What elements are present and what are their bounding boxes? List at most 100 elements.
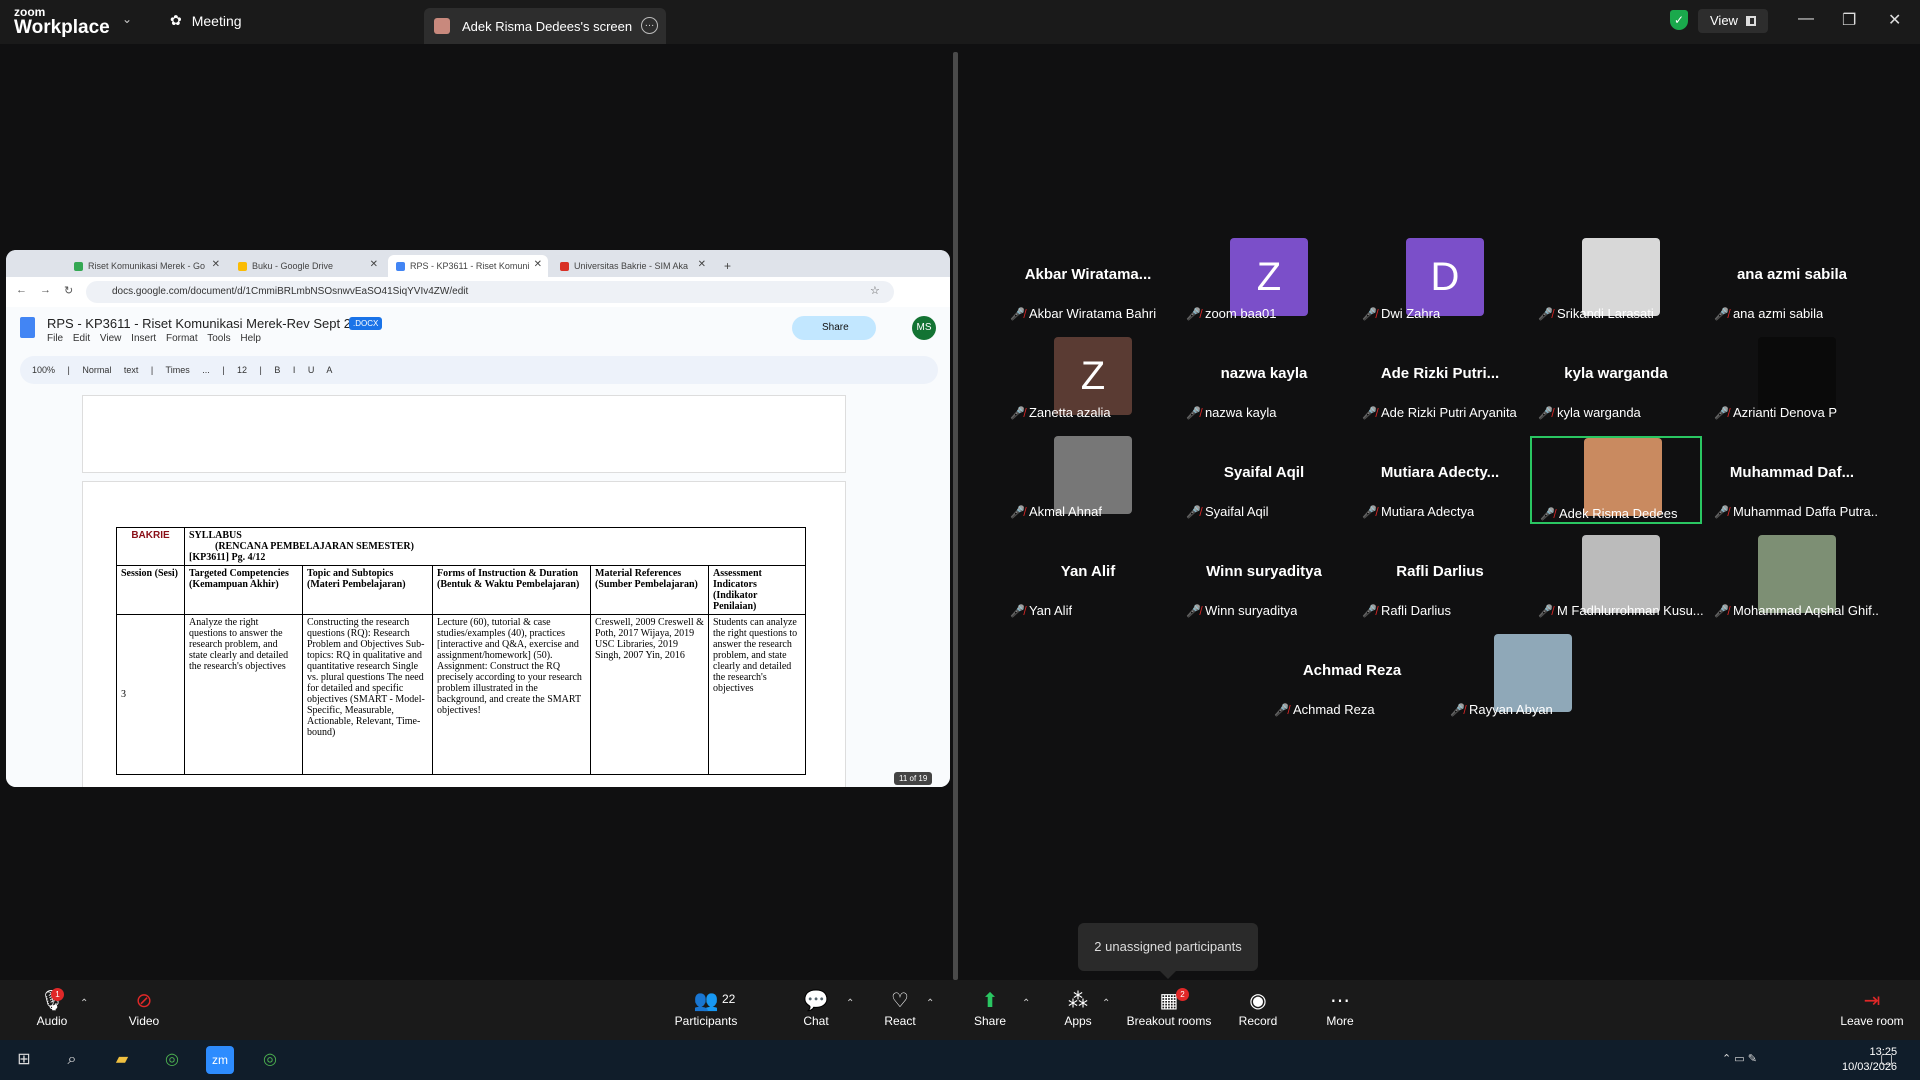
participant-name-label: 🎤̸ Rayyan Abyan [1450,702,1553,717]
participant-display-name: nazwa kayla [1220,365,1308,382]
participant-tile[interactable]: 🎤̸ M Fadhlurrohman Kusu... [1530,535,1703,623]
participant-name-label: 🎤̸ kyla warganda [1538,405,1641,420]
split-divider[interactable] [953,52,958,980]
participant-tile[interactable]: Z 🎤̸ Zanetta azalia [1002,337,1174,425]
participant-tile[interactable]: kyla warganda 🎤̸ kyla warganda [1530,337,1702,425]
docs-menu-bar[interactable]: File Edit View Insert Format Tools Help [47,333,261,344]
chevron-down-icon[interactable]: ⌄ [122,12,132,26]
participant-name-label: 🎤̸ Dwi Zahra [1362,306,1440,321]
table-header: Topic and Subtopics (Materi Pembelajaran… [302,565,433,615]
windows-start-icon[interactable]: ⊞ [10,1046,38,1074]
participant-name-label: 🎤̸ Yan Alif [1010,603,1072,618]
shield-icon[interactable]: ✓ [1670,10,1688,30]
participant-tile[interactable]: 🎤̸ Adek Risma Dedees [1530,436,1702,524]
participant-gallery: Akbar Wiratama... 🎤̸ Akbar Wiratama Bahri Z… [960,44,1920,980]
more-icon[interactable]: … [641,17,658,34]
participant-tile[interactable]: ana azmi sabila 🎤̸ ana azmi sabila [1706,238,1878,326]
muted-mic-icon: 🎤̸ [1274,702,1289,717]
participant-tile[interactable]: Ade Rizki Putri... 🎤̸ Ade Rizki Putri Arya… [1354,337,1526,425]
tab-meeting[interactable]: ✿ Meeting [170,12,242,29]
close-icon[interactable]: ✕ [698,259,706,270]
participant-tile[interactable]: 🎤̸ Akmal Ahnaf [1002,436,1174,524]
chevron-up-icon[interactable]: ⌃ [1102,998,1110,1009]
participant-name-label: 🎤̸ Ade Rizki Putri Aryanita [1362,405,1517,420]
participant-tile[interactable]: nazwa kayla 🎤̸ nazwa kayla [1178,337,1350,425]
participant-tile[interactable]: Achmad Reza 🎤̸ Achmad Reza [1266,634,1438,722]
leave-room-button[interactable]: ⇥ Leave room [1830,988,1914,1028]
record-button[interactable]: ◉ Record [1218,988,1298,1028]
muted-mic-icon: 🎤̸ [1538,306,1553,321]
participant-tile[interactable]: Z 🎤̸ zoom baa01 [1178,238,1350,326]
participant-tile[interactable]: Rafli Darlius 🎤̸ Rafli Darlius [1354,535,1526,623]
tray-icons[interactable]: ⌃ ▭ ✎ [1722,1052,1757,1065]
syllabus-subheading: (RENCANA PEMBELAJARAN SEMESTER) [215,541,414,552]
reload-icon[interactable]: ↻ [64,284,73,297]
view-button[interactable]: View [1698,9,1768,33]
muted-mic-icon: 🎤̸ [1186,405,1201,420]
zoom-logo[interactable]: zoom Workplace [14,6,110,37]
muted-mic-icon: 🎤̸ [1714,306,1729,321]
star-icon[interactable]: ☆ [870,284,880,297]
chat-button[interactable]: 💬 Chat [776,988,856,1028]
participant-tile[interactable]: 🎤̸ Azrianti Denova P [1706,337,1878,425]
close-icon[interactable]: ✕ [1888,10,1901,30]
avatar [1584,438,1662,516]
browser-tab-active[interactable]: RPS - KP3611 - Riset Komuni ✕ [388,255,548,277]
docs-icon[interactable] [20,317,35,338]
avatar [434,18,450,34]
doc-title[interactable]: RPS - KP3611 - Riset Komunikasi Merek-Re… [47,316,373,331]
participant-tile[interactable]: Yan Alif 🎤̸ Yan Alif [1002,535,1174,623]
chrome-icon[interactable]: ◎ [158,1046,186,1074]
more-icon: ⋯ [1330,990,1350,1012]
chevron-up-icon[interactable]: ⌃ [1022,998,1030,1009]
logo-text: BAKRIE [131,530,170,541]
minimize-icon[interactable]: — [1798,10,1814,28]
browser-tab[interactable]: Buku - Google Drive ✕ [230,255,384,277]
close-icon[interactable]: ✕ [534,259,542,270]
new-tab-icon[interactable]: + [716,255,746,277]
table-cell: Students can analyze the right questions… [708,614,806,775]
participant-tile[interactable]: Mutiara Adecty... 🎤̸ Mutiara Adectya [1354,436,1526,524]
participant-tile[interactable]: Akbar Wiratama... 🎤̸ Akbar Wiratama Bahri [1002,238,1174,326]
shared-screen: Riset Komunikasi Merek - Go ✕ Buku - Goog… [6,250,950,787]
participant-tile[interactable]: D 🎤̸ Dwi Zahra [1354,238,1526,326]
breakout-rooms-button[interactable]: ▦ Breakout rooms [1122,988,1216,1028]
url-input[interactable]: docs.google.com/document/d/1CmmiBRLmbNSO… [86,281,894,303]
file-explorer-icon[interactable]: ▰ [108,1046,136,1074]
notification-icon[interactable]: ▢ [1880,1050,1893,1067]
participant-name: Zanetta azalia [1028,405,1111,420]
muted-mic-icon: 🎤̸ [1714,603,1729,618]
chat-icon: 💬 [803,990,829,1012]
search-icon[interactable]: ⌕ [58,1046,86,1074]
participant-tile[interactable]: Winn suryaditya 🎤̸ Winn suryaditya [1178,535,1350,623]
avatar[interactable]: MS [912,316,936,340]
share-screen-button[interactable]: ⬆ Share [950,988,1030,1028]
participant-tile[interactable]: Syaifal Aqil 🎤̸ Syaifal Aqil [1178,436,1350,524]
chrome-icon[interactable]: ◎ [256,1046,284,1074]
browser-tab[interactable]: Universitas Bakrie - SIM Aka ✕ [552,255,712,277]
tab-shared-screen[interactable]: Adek Risma Dedees's screen… [424,8,666,44]
restore-icon[interactable]: ❐ [1842,10,1856,30]
forward-icon[interactable]: → [40,284,51,296]
chevron-up-icon[interactable]: ⌃ [926,998,934,1009]
close-icon[interactable]: ✕ [212,259,220,270]
close-icon[interactable]: ✕ [370,259,378,270]
zoom-icon[interactable]: zm [206,1046,234,1074]
more-button[interactable]: ⋯ More [1300,988,1380,1028]
back-icon[interactable]: ← [16,284,27,296]
participant-tile[interactable]: 🎤̸ Rayyan Abyan [1442,634,1614,722]
chevron-up-icon[interactable]: ⌃ [846,998,854,1009]
chevron-up-icon[interactable]: ⌃ [80,998,88,1009]
share-button[interactable]: Share [792,316,876,340]
docs-toolbar[interactable]: 100% | Normal text | Times ... | 12 | B … [20,356,938,384]
participant-tile[interactable]: 🎤̸ Srikandi Larasati [1530,238,1702,326]
participant-name-label: 🎤̸ Muhammad Daffa Putra... [1714,504,1879,519]
browser-tab[interactable]: Riset Komunikasi Merek - Go ✕ [66,255,226,277]
chat-label: Chat [803,1014,829,1028]
participant-name-label: 🎤̸ Winn suryaditya [1186,603,1297,618]
video-button[interactable]: ⊘ Video [104,988,184,1028]
participant-tile[interactable]: Muhammad Daf... 🎤̸ Muhammad Daffa Putra... [1706,436,1879,524]
tab-label: Buku - Google Drive [252,261,334,271]
tab-favicon-icon [560,261,569,271]
participant-tile[interactable]: 🎤̸ Mohammad Aqshal Ghif... [1706,535,1879,623]
